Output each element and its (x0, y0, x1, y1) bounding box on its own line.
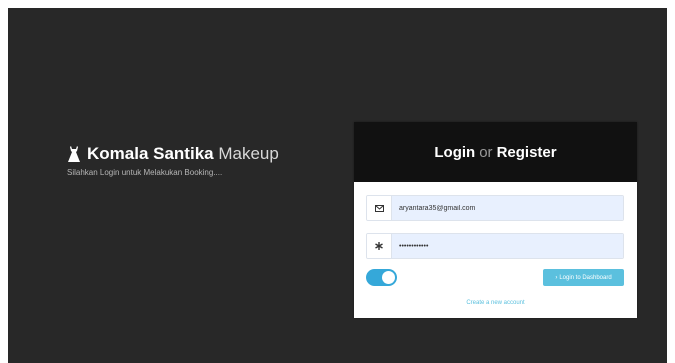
login-button[interactable]: › Login to Dashboard (543, 269, 624, 286)
asterisk-icon (367, 234, 392, 258)
toggle-knob (382, 271, 395, 284)
dress-icon (68, 145, 80, 162)
create-account-link[interactable]: Create a new account (354, 300, 637, 306)
brand-block: Komala Santika Makeup Silahkan Login unt… (67, 144, 279, 177)
header-login: Login (434, 143, 476, 161)
email-field[interactable] (366, 195, 624, 221)
chevron-right-icon: › (555, 274, 558, 281)
brand-title: Komala Santika Makeup (87, 144, 279, 164)
brand-name-bold: Komala Santika (87, 144, 214, 163)
password-field[interactable] (366, 233, 624, 259)
password-input[interactable] (392, 234, 623, 258)
login-page: Komala Santika Makeup Silahkan Login unt… (8, 8, 667, 363)
remember-toggle[interactable] (366, 269, 397, 286)
login-button-label: Login to Dashboard (559, 274, 612, 281)
brand-name-regular: Makeup (218, 144, 279, 163)
header-register: Register (496, 143, 557, 161)
brand-subtitle: Silahkan Login untuk Melakukan Booking..… (67, 168, 223, 177)
header-or: or (479, 143, 493, 161)
brand-row: Komala Santika Makeup (67, 144, 279, 164)
envelope-icon (367, 196, 392, 220)
email-input[interactable] (392, 196, 623, 220)
card-header: Login or Register (354, 122, 637, 182)
